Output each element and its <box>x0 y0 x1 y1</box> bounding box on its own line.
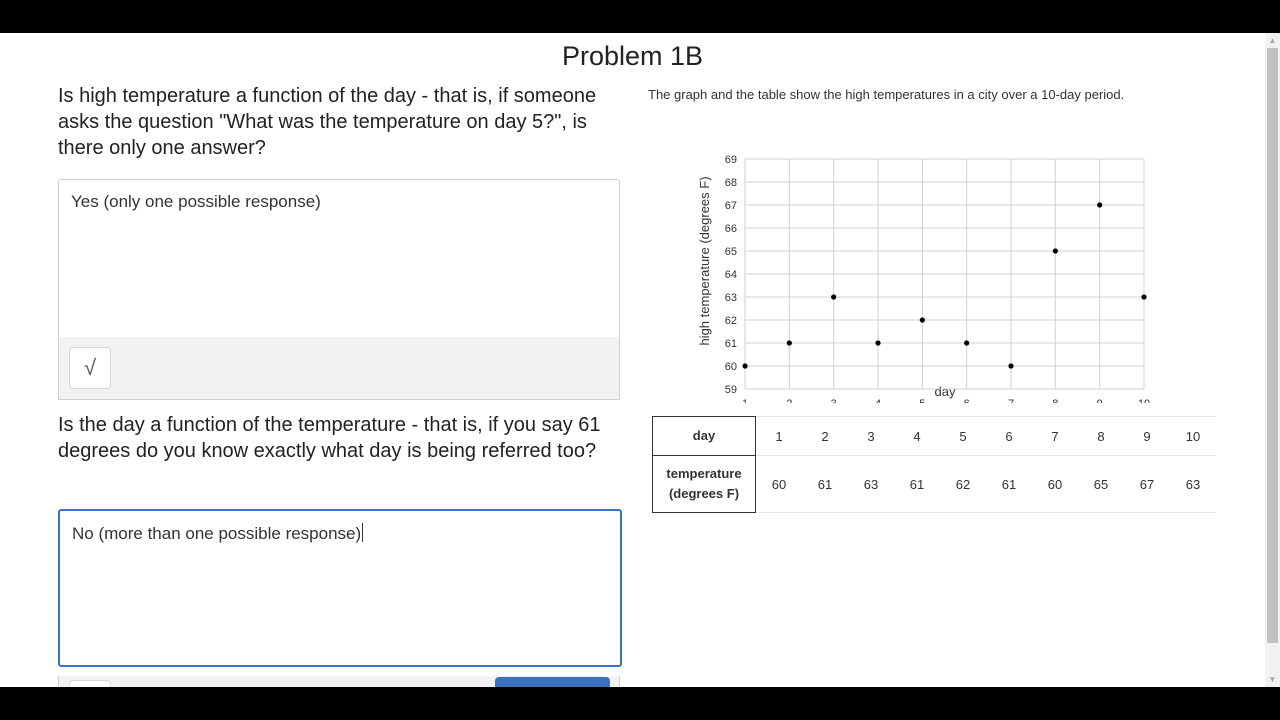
intro-text: The graph and the table show the high te… <box>648 87 1125 102</box>
y-tick-label: 62 <box>725 315 737 327</box>
table-cell-day: 10 <box>1170 416 1216 456</box>
y-tick-label: 64 <box>725 269 737 281</box>
question-1-text: Is high temperature a function of the da… <box>58 85 597 159</box>
vertical-scrollbar[interactable]: ▲ ▼ <box>1265 33 1280 687</box>
scrollbar-thumb[interactable] <box>1267 48 1278 643</box>
square-root-icon[interactable] <box>69 680 111 687</box>
x-tick-label: 4 <box>875 398 881 403</box>
data-point <box>742 363 748 369</box>
table-cell-day: 9 <box>1124 416 1170 456</box>
y-tick-label: 63 <box>725 292 737 304</box>
table-cell-day: 8 <box>1078 416 1124 456</box>
text-cursor <box>362 523 364 542</box>
data-point <box>1141 294 1147 300</box>
table-cell-temperature: 60 <box>1032 455 1078 513</box>
x-tick-label: 1 <box>742 398 748 403</box>
y-axis-label: high temperature (degrees F) <box>697 176 712 345</box>
table-header-day: day <box>652 416 756 456</box>
scroll-up-icon[interactable]: ▲ <box>1265 33 1280 48</box>
y-tick-label: 66 <box>725 223 737 235</box>
table-cell-day: 3 <box>848 416 894 456</box>
data-point <box>964 340 970 346</box>
table-cell-day: 6 <box>986 416 1032 456</box>
table-cell-temperature: 63 <box>848 455 894 513</box>
table-cell-temperature: 61 <box>802 455 848 513</box>
data-table: day 1 2 3 4 5 6 7 8 9 10 temperature (degrees F) 6… <box>652 416 1216 513</box>
table-header-temperature: temperature (degrees F) <box>652 455 756 513</box>
x-tick-label: 3 <box>831 398 837 403</box>
table-cell-day: 5 <box>940 416 986 456</box>
y-tick-label: 69 <box>725 154 737 166</box>
question-2-text: Is the day a function of the temperature… <box>58 414 601 462</box>
x-tick-label: 5 <box>919 398 925 403</box>
x-tick-label: 9 <box>1097 398 1103 403</box>
x-tick-label: 7 <box>1008 398 1014 403</box>
y-tick-label: 68 <box>725 177 737 189</box>
table-cell-temperature: 61 <box>986 455 1032 513</box>
y-tick-label: 60 <box>725 361 737 373</box>
table-cell-temperature: 63 <box>1170 455 1216 513</box>
answer-2-input[interactable]: No (more than one possible response) <box>58 509 622 667</box>
square-root-icon[interactable]: √ <box>69 347 111 389</box>
table-cell-temperature: 62 <box>940 455 986 513</box>
data-point <box>831 294 837 300</box>
answer-1-input[interactable]: Yes (only one possible response) <box>58 179 620 339</box>
y-tick-label: 61 <box>725 338 737 350</box>
table-cell-day: 2 <box>802 416 848 456</box>
data-point <box>1097 202 1103 208</box>
table-cell-day: 1 <box>755 416 802 456</box>
data-point <box>786 340 792 346</box>
answer-1-toolbar: √ <box>58 337 620 400</box>
y-tick-label: 59 <box>725 384 737 396</box>
table-cell-temperature: 67 <box>1124 455 1170 513</box>
table-cell-temperature: 65 <box>1078 455 1124 513</box>
x-tick-label: 6 <box>964 398 970 403</box>
data-point <box>919 317 925 323</box>
problem-title: Problem 1B <box>561 41 704 71</box>
table-cell-day: 7 <box>1032 416 1078 456</box>
x-tick-label: 10 <box>1138 398 1150 403</box>
scatter-chart: high temperature (degrees F) day 5960616… <box>697 154 1150 403</box>
answer-1-value: Yes (only one possible response) <box>71 192 321 211</box>
x-tick-label: 2 <box>786 398 792 403</box>
table-cell-day: 4 <box>894 416 940 456</box>
data-point <box>1008 363 1014 369</box>
submit-button[interactable] <box>495 677 610 687</box>
x-axis-label: day <box>935 384 956 399</box>
page-content: Problem 1B Is high temperature a functio… <box>0 33 1265 687</box>
table-cell-temperature: 61 <box>894 455 940 513</box>
y-tick-label: 67 <box>725 200 737 212</box>
data-point <box>1052 248 1058 254</box>
y-tick-label: 65 <box>725 246 737 258</box>
x-tick-label: 8 <box>1052 398 1058 403</box>
data-point <box>875 340 881 346</box>
answer-2-value: No (more than one possible response) <box>72 524 362 543</box>
scroll-down-icon[interactable]: ▼ <box>1265 672 1280 687</box>
table-cell-temperature: 60 <box>755 455 802 513</box>
